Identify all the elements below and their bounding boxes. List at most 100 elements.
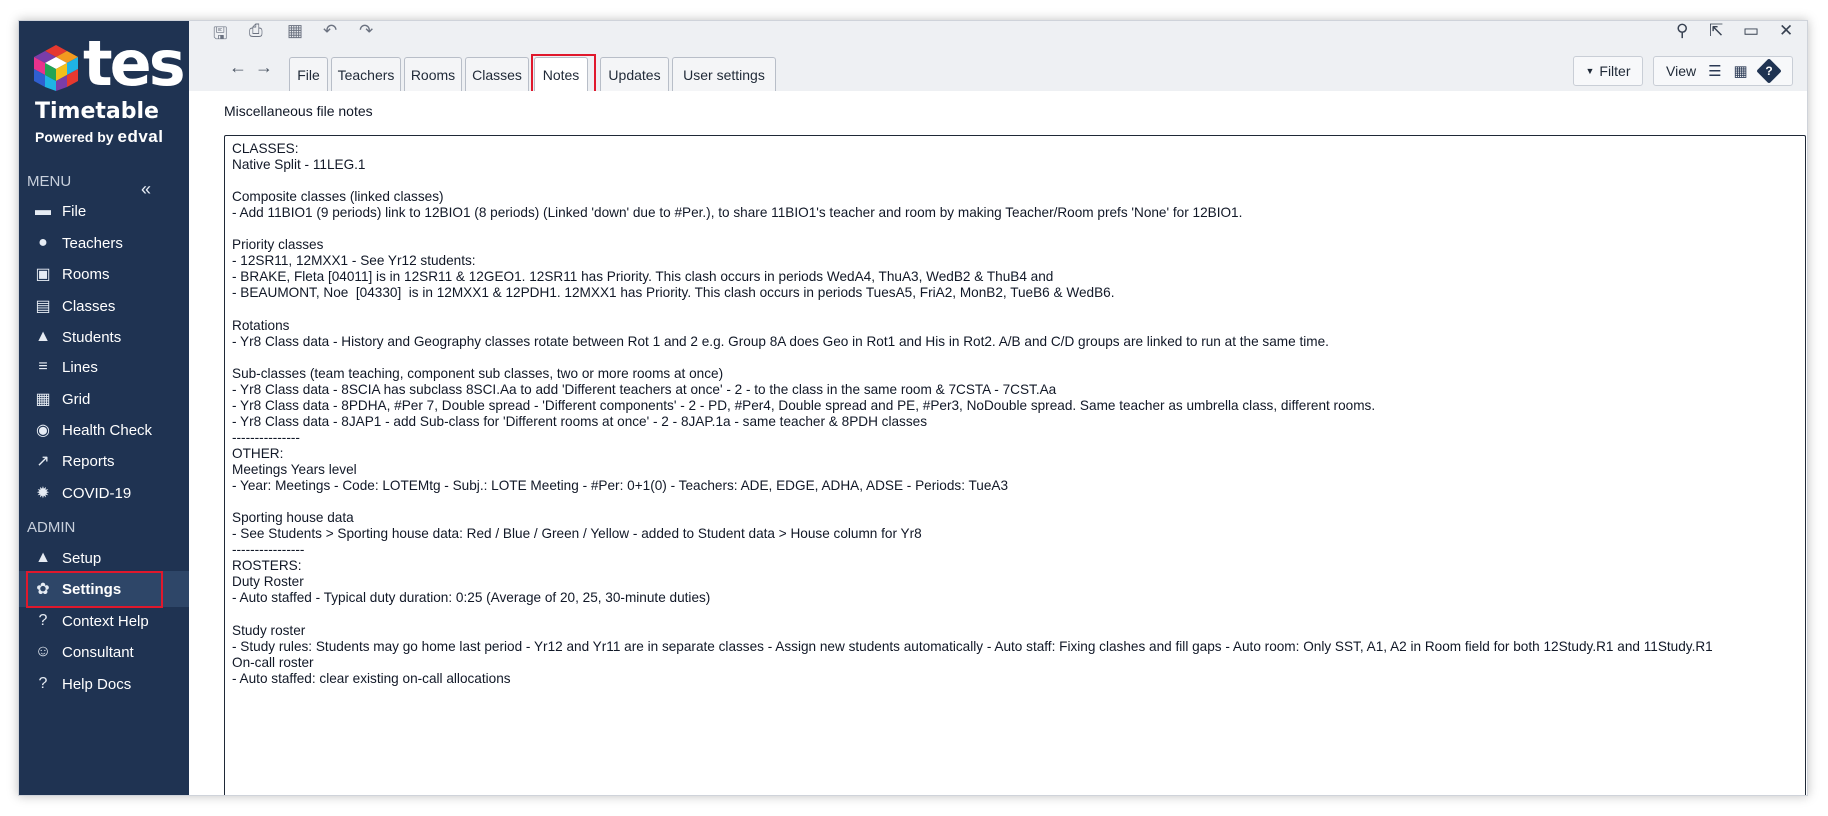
- sidebar-item-covid-19[interactable]: ✹ COVID-19: [19, 475, 189, 511]
- powered-by: Powered by edval: [35, 127, 163, 147]
- trending-up-icon: ↗: [36, 453, 50, 470]
- close-icon[interactable]: ✕: [1779, 21, 1793, 41]
- sidebar-item-label: File: [62, 202, 87, 220]
- tab-teachers[interactable]: Teachers: [331, 57, 401, 91]
- view-label[interactable]: View: [1666, 63, 1696, 79]
- help-docs-icon: ?: [38, 675, 48, 692]
- notes-line: - Auto staffed - Typical duty duration: …: [232, 590, 711, 606]
- sidebar-item-label: Reports: [62, 452, 115, 470]
- sidebar-item-label: Health Check: [62, 421, 153, 439]
- folder-icon: ▬: [35, 202, 51, 219]
- sidebar-item-label: Context Help: [62, 612, 149, 630]
- notes-line: On-call roster: [232, 654, 314, 670]
- print-icon[interactable]: ⎙: [249, 21, 263, 41]
- notes-line: - See Students > Sporting house data: Re…: [232, 526, 922, 542]
- powered-by-label: Powered by: [35, 129, 114, 145]
- admin-section-label: ADMIN: [27, 519, 76, 536]
- sidebar-item-label: Classes: [62, 297, 116, 315]
- lines-icon: ≡: [38, 358, 48, 375]
- notes-line: - BEAUMONT, Noe [04330] is in 12MXX1 & 1…: [232, 285, 1115, 301]
- tab-updates[interactable]: Updates: [600, 57, 669, 91]
- notes-line: - Yr8 Class data - 8PDHA, #Per 7, Double…: [232, 397, 1376, 413]
- person-icon: ●: [38, 234, 48, 251]
- notes-line: ---------------: [232, 429, 300, 445]
- filter-button[interactable]: ▼ Filter: [1573, 56, 1643, 86]
- notes-line: - Add 11BIO1 (9 periods) link to 12BIO1 …: [232, 205, 1243, 221]
- notes-panel: Miscellaneous file notes CLASSES: Native …: [189, 91, 1807, 795]
- filter-label: Filter: [1599, 63, 1631, 79]
- notes-line: Rotations: [232, 317, 290, 333]
- tes-logo-mark-icon: [34, 45, 78, 91]
- tab-user-settings[interactable]: User settings: [672, 57, 776, 91]
- redo-icon[interactable]: ↷: [359, 21, 373, 41]
- page-title: Miscellaneous file notes: [224, 103, 373, 119]
- book-icon: ▤: [35, 298, 51, 315]
- notes-textarea[interactable]: CLASSES: Native Split - 11LEG.1 Composite …: [224, 135, 1806, 795]
- chair-icon: ▣: [35, 266, 51, 283]
- notes-line: Duty Roster: [232, 574, 304, 590]
- sidebar-item-file[interactable]: ▬ File: [19, 193, 189, 229]
- forward-arrow-icon[interactable]: →: [255, 57, 273, 78]
- stopwatch-icon: ◉: [36, 422, 50, 439]
- maximize-icon[interactable]: ▭: [1743, 21, 1759, 41]
- virus-icon: ✹: [36, 485, 50, 502]
- notes-tab-highlight-box: [531, 54, 596, 94]
- search-icon[interactable]: ⚲: [1676, 21, 1688, 41]
- edval-wordmark: edval: [117, 127, 164, 146]
- notes-line: OTHER:: [232, 445, 284, 461]
- app-window: tes Timetable Powered by edval MENU « ▬ …: [18, 20, 1808, 796]
- sidebar-item-help-docs[interactable]: ? Help Docs: [19, 666, 189, 702]
- notes-line: Sporting house data: [232, 510, 354, 526]
- top-toolbar: 🖫 ⎙ ▦ ↶ ↷ ⚲ ⇱ ▭ ✕ ← → File Teachers Room…: [189, 21, 1807, 94]
- tab-file[interactable]: File: [289, 57, 328, 91]
- sidebar-item-label: Students: [62, 328, 122, 346]
- view-controls: View ☰ ▦ ?: [1653, 56, 1793, 86]
- list-view-icon[interactable]: ☰: [1708, 62, 1721, 80]
- filter-icon: ▼: [1585, 66, 1595, 76]
- sidebar-item-label: Lines: [62, 358, 98, 376]
- notes-line: Meetings Years level: [232, 462, 357, 477]
- notes-line: - BRAKE, Fleta [04011] is in 12SR11 & 12…: [232, 269, 1054, 285]
- help-icon-glyph: ?: [1765, 64, 1773, 78]
- notes-line: ROSTERS:: [232, 558, 302, 574]
- tab-rooms[interactable]: Rooms: [404, 57, 462, 91]
- sidebar-item-label: Grid: [62, 390, 91, 408]
- sidebar-item-rooms[interactable]: ▣ Rooms: [19, 256, 189, 292]
- notes-line: - Yr8 Class data - 8JAP1 - add Sub-class…: [232, 413, 927, 429]
- lock-icon: ▲: [35, 549, 51, 566]
- table-view-icon[interactable]: ▦: [1734, 62, 1748, 80]
- notes-line: - Auto staffed: clear existing on-call a…: [232, 670, 511, 686]
- sidebar-item-label: Consultant: [62, 643, 134, 661]
- notes-line: Sub-classes (team teaching, component su…: [232, 365, 724, 381]
- notes-line: CLASSES:: [232, 141, 299, 156]
- sidebar-item-consultant[interactable]: ☺ Consultant: [19, 634, 189, 670]
- sidebar-item-lines[interactable]: ≡ Lines: [19, 349, 189, 385]
- export-icon[interactable]: ▦: [287, 21, 303, 41]
- sidebar-item-label: Setup: [62, 549, 102, 567]
- notes-line: ----------------: [232, 542, 305, 558]
- notes-line: - Year: Meetings - Code: LOTEMtg - Subj.…: [232, 478, 1009, 494]
- notes-line: Study roster: [232, 622, 306, 638]
- popout-icon[interactable]: ⇱: [1709, 21, 1723, 41]
- tes-timetable-logo: tes Timetable Powered by edval: [27, 29, 186, 146]
- notes-line: - Yr8 Class data - History and Geography…: [232, 333, 1329, 349]
- undo-icon[interactable]: ↶: [323, 21, 337, 41]
- sidebar: tes Timetable Powered by edval MENU « ▬ …: [19, 21, 189, 795]
- menu-section-label: MENU: [27, 173, 72, 190]
- notes-line: - 12SR11, 12MXX1 - See Yr12 students:: [232, 253, 476, 269]
- tab-classes[interactable]: Classes: [465, 57, 529, 91]
- help-bubble-icon: ?: [38, 612, 48, 629]
- notes-line: Composite classes (linked classes): [232, 189, 444, 205]
- sidebar-item-reports[interactable]: ↗ Reports: [19, 443, 189, 479]
- back-arrow-icon[interactable]: ←: [229, 57, 247, 78]
- notes-line: Native Split - 11LEG.1: [232, 157, 366, 173]
- consultant-icon: ☺: [34, 643, 52, 660]
- sidebar-item-label: Teachers: [62, 234, 123, 252]
- product-name: Timetable: [35, 99, 159, 124]
- notes-line: - Yr8 Class data - 8SCIA has subclass 8S…: [232, 381, 1057, 397]
- save-icon[interactable]: 🖫: [213, 21, 227, 50]
- help-icon[interactable]: ?: [1756, 58, 1782, 84]
- grid-icon: ▦: [35, 391, 51, 408]
- sidebar-item-label: Rooms: [62, 265, 110, 283]
- sidebar-item-label: Help Docs: [62, 675, 132, 693]
